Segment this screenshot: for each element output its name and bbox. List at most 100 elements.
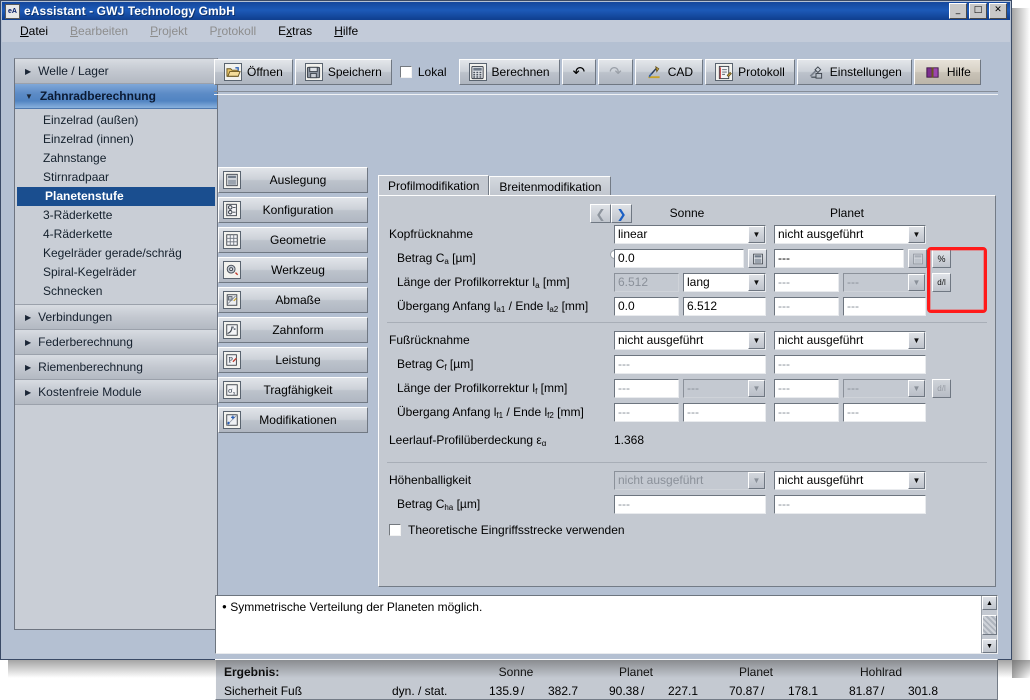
scroll-down-icon[interactable]: ▼ <box>982 639 997 653</box>
laenge-la-planet-select[interactable]: --- ▼ <box>843 273 926 292</box>
sidebar-item-schnecken[interactable]: Schnecken <box>15 282 217 301</box>
uebergang-f-sonne-end-input[interactable]: --- <box>683 403 766 422</box>
sigma-stress-icon: σx <box>223 381 241 399</box>
laenge-la-planet-input[interactable]: --- <box>774 273 839 292</box>
sidebar-item-3-raederkette[interactable]: 3-Räderkette <box>15 206 217 225</box>
sidebar-group-riemenberechnung[interactable]: ▶ Riemenberechnung <box>15 355 217 380</box>
laenge-lf-sonne-input[interactable]: --- <box>614 379 679 398</box>
book-icon <box>924 63 942 81</box>
window-shadow-bottom <box>8 660 1030 678</box>
module-modifikationen[interactable]: Modifikationen <box>218 407 368 433</box>
menu-hilfe[interactable]: Hilfe <box>334 24 358 38</box>
close-icon[interactable]: ✕ <box>989 3 1007 19</box>
sidebar-item-planetenstufe[interactable]: Planetenstufe <box>17 187 215 206</box>
kopfruecknahme-sonne-select[interactable]: linear ▼ <box>614 225 766 244</box>
uebergang-f-sonne-start-input[interactable]: --- <box>614 403 679 422</box>
betrag-cha-planet-input[interactable]: --- <box>774 495 926 514</box>
sidebar-item-einzelrad-innen[interactable]: Einzelrad (innen) <box>15 130 217 149</box>
undo-arrow-icon: ↶ <box>573 63 586 81</box>
minimize-icon[interactable]: _ <box>949 3 967 19</box>
sidebar-item-kegelraeder[interactable]: Kegelräder gerade/schräg <box>15 244 217 263</box>
menu-protokoll[interactable]: Protokoll <box>209 24 256 38</box>
menu-bearbeiten[interactable]: Bearbeiten <box>70 24 128 38</box>
uebergang-a-sonne-end-input[interactable]: 6.512 <box>683 297 766 316</box>
uebergang-a-sonne-start-input[interactable]: 0.0 <box>614 297 679 316</box>
betrag-cf-planet-input[interactable]: --- <box>774 355 926 374</box>
row-betrag-cha: Betrag Cha [µm] --- --- <box>379 494 995 516</box>
sidebar-item-spiral-kegelraeder[interactable]: Spiral-Kegelräder <box>15 263 217 282</box>
open-button[interactable]: Öffnen <box>214 59 293 85</box>
kopfruecknahme-planet-select[interactable]: nicht ausgeführt ▼ <box>774 225 926 244</box>
module-leistung[interactable]: P Leistung <box>218 347 368 373</box>
uebergang-a-planet-end-input[interactable]: --- <box>843 297 926 316</box>
module-auslegung[interactable]: Auslegung <box>218 167 368 193</box>
module-abmasse[interactable]: Abmaße <box>218 287 368 313</box>
betrag-ca-sonne-input[interactable]: 0.0 <box>614 249 744 268</box>
module-konfiguration[interactable]: Konfiguration <box>218 197 368 223</box>
menu-projekt[interactable]: Projekt <box>150 24 187 38</box>
hoehenballigkeit-planet-select[interactable]: nicht ausgeführt ▼ <box>774 471 926 490</box>
laenge-la-sonne-input[interactable]: 6.512 <box>614 273 679 292</box>
laenge-lf-sonne-select[interactable]: --- ▼ <box>683 379 766 398</box>
help-button[interactable]: Hilfe <box>914 59 981 85</box>
fussruecknahme-planet-select[interactable]: nicht ausgeführt ▼ <box>774 331 926 350</box>
menu-extras[interactable]: Extras <box>278 24 312 38</box>
chevron-down-icon: ▼ <box>748 332 765 349</box>
tab-breitenmodifikation[interactable]: Breitenmodifikation <box>489 176 611 196</box>
tab-profilmodifikation[interactable]: Profilmodifikation <box>378 175 489 196</box>
module-label: Geometrie <box>241 233 367 247</box>
module-tragfaehigkeit[interactable]: σx Tragfähigkeit <box>218 377 368 403</box>
sidebar-item-einzelrad-aussen[interactable]: Einzelrad (außen) <box>15 111 217 130</box>
betrag-ca-sonne-calc-button[interactable] <box>748 249 767 268</box>
redo-button[interactable]: ↷ <box>598 59 633 85</box>
uebergang-f-planet-end-input[interactable]: --- <box>843 403 926 422</box>
column-header-sonne: Sonne <box>607 206 767 220</box>
row-label: Fußrücknahme <box>389 333 470 347</box>
message-text-area: ● Symmetrische Verteilung der Planeten m… <box>216 596 981 653</box>
sidebar-group-welle-lager[interactable]: ▶ Welle / Lager <box>15 59 217 84</box>
module-button-list: Auslegung Konfiguration Geometrie Werkze… <box>218 167 368 437</box>
message-scrollbar[interactable]: ▲ ▼ <box>981 596 997 653</box>
save-button[interactable]: Speichern <box>295 59 392 85</box>
uebergang-a-planet-start-input[interactable]: --- <box>774 297 839 316</box>
cad-button[interactable]: CAD <box>635 59 703 85</box>
uebergang-f-planet-start-input[interactable]: --- <box>774 403 839 422</box>
laenge-lf-planet-select[interactable]: --- ▼ <box>843 379 926 398</box>
column-header-row: ❮ ❯ Sonne Planet <box>379 202 995 224</box>
settings-button[interactable]: Einstellungen <box>797 59 912 85</box>
fussruecknahme-sonne-select[interactable]: nicht ausgeführt ▼ <box>614 331 766 350</box>
hoehenballigkeit-sonne-select[interactable]: nicht ausgeführt ▼ <box>614 471 766 490</box>
sidebar-item-4-raederkette[interactable]: 4-Räderkette <box>15 225 217 244</box>
betrag-ca-planet-calc-button[interactable] <box>908 249 927 268</box>
module-zahnform[interactable]: Zahnform <box>218 317 368 343</box>
percent-button[interactable]: % <box>932 249 951 268</box>
laenge-la-sonne-select[interactable]: lang ▼ <box>683 273 766 292</box>
sidebar-group-federberechnung[interactable]: ▶ Federberechnung <box>15 330 217 355</box>
d-over-l-button[interactable]: d/l <box>932 273 951 292</box>
module-werkzeug[interactable]: Werkzeug <box>218 257 368 283</box>
laenge-lf-planet-input[interactable]: --- <box>774 379 839 398</box>
local-checkbox[interactable]: Lokal <box>400 65 447 79</box>
d-over-l-button[interactable]: d/l <box>932 379 951 398</box>
maximize-icon[interactable]: □ <box>969 3 987 19</box>
undo-button[interactable]: ↶ <box>562 59 597 85</box>
betrag-cf-sonne-input[interactable]: --- <box>614 355 766 374</box>
scrollbar-thumb[interactable] <box>982 615 997 635</box>
protocol-label: Protokoll <box>738 65 785 79</box>
message-text: Symmetrische Verteilung der Planeten mög… <box>230 600 482 614</box>
sidebar-item-zahnstange[interactable]: Zahnstange <box>15 149 217 168</box>
betrag-cha-sonne-input[interactable]: --- <box>614 495 766 514</box>
theoretische-eingriffsstrecke-checkbox[interactable]: Theoretische Eingriffsstrecke verwenden <box>389 523 625 537</box>
sidebar-group-zahnradberechnung[interactable]: ▼ Zahnradberechnung <box>15 84 217 109</box>
sidebar-group-verbindungen[interactable]: ▶ Verbindungen <box>15 305 217 330</box>
module-geometrie[interactable]: Geometrie <box>218 227 368 253</box>
sidebar-group-kostenfreie-module[interactable]: ▶ Kostenfreie Module <box>15 380 217 405</box>
menu-datei[interactable]: Datei <box>20 24 48 38</box>
sidebar-item-stirnradpaar[interactable]: Stirnradpaar <box>15 168 217 187</box>
scroll-up-icon[interactable]: ▲ <box>982 596 997 610</box>
protocol-button[interactable]: Protokoll <box>705 59 795 85</box>
row-label: Betrag Ca [µm] <box>397 251 476 266</box>
calculate-button[interactable]: Berechnen <box>459 59 560 85</box>
betrag-ca-planet-input[interactable]: --- <box>774 249 904 268</box>
select-value: --- <box>844 274 908 291</box>
